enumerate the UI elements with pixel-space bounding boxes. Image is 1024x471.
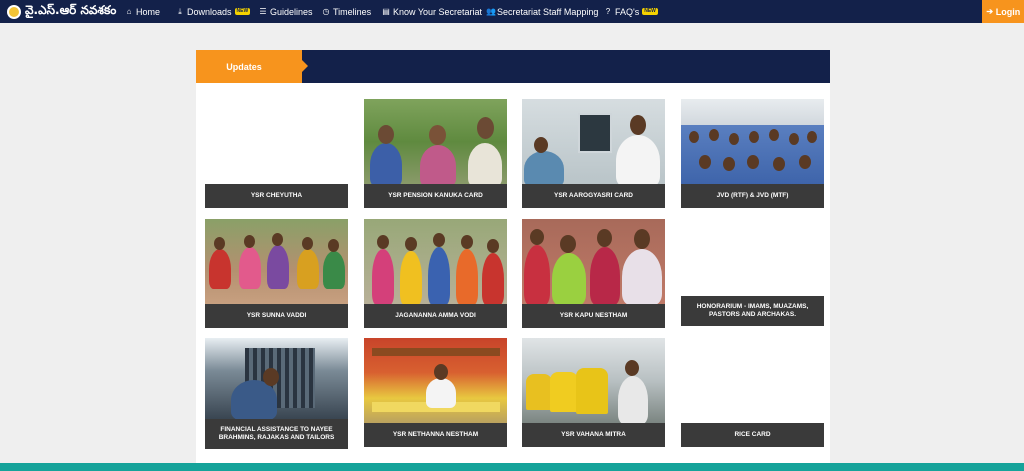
- nav-guidelines[interactable]: ☰ Guidelines: [259, 0, 313, 23]
- scheme-card-rice-card[interactable]: RICE CARD: [681, 338, 824, 447]
- card-image: [364, 99, 507, 185]
- nav-know-your-secretariat[interactable]: ▤ Know Your Secretariat: [382, 0, 482, 23]
- card-label: YSR KAPU NESTHAM: [522, 304, 665, 328]
- document-icon: ▤: [382, 7, 390, 16]
- card-label: YSR SUNNA VADDI: [205, 304, 348, 328]
- card-label: JVD (RTF) & JVD (MTF): [681, 184, 824, 208]
- card-image: [681, 99, 824, 185]
- clock-icon: ◷: [322, 7, 330, 16]
- scheme-card-vahana-mitra[interactable]: YSR VAHANA MITRA: [522, 338, 665, 447]
- users-icon: 👥: [486, 7, 496, 16]
- scheme-card-amma-vodi[interactable]: JAGANANNA AMMA VODI: [364, 219, 507, 328]
- nav-staff-mapping-label: Secretariat Staff Mapping: [497, 6, 599, 17]
- card-image: [522, 99, 665, 185]
- new-badge: NEW: [642, 8, 658, 15]
- scheme-card-sunna-vaddi[interactable]: YSR SUNNA VADDI: [205, 219, 348, 328]
- card-image: [364, 219, 507, 305]
- footer-stripe: [0, 463, 1024, 471]
- card-image: [205, 338, 348, 420]
- list-icon: ☰: [259, 7, 267, 16]
- brand-title: వై.ఎస్.ఆర్ నవశకం: [25, 3, 117, 17]
- card-image: [364, 338, 507, 424]
- nav-timelines-label: Timelines: [333, 6, 372, 17]
- card-label: YSR VAHANA MITRA: [522, 423, 665, 447]
- nav-faqs[interactable]: ? FAQ's NEW: [604, 0, 658, 23]
- sign-in-icon: ➔: [986, 7, 994, 16]
- top-navbar: వై.ఎస్.ఆర్ నవశకం ⌂ Home ⤓ Downloads NEW …: [0, 0, 1024, 23]
- new-badge: NEW: [234, 8, 251, 15]
- nav-staff-mapping[interactable]: 👥 Secretariat Staff Mapping: [486, 0, 598, 23]
- question-icon: ?: [605, 7, 611, 16]
- card-label: FINANCIAL ASSISTANCE TO NAYEE BRAHMINS, …: [205, 419, 348, 449]
- scheme-card-kapu-nestham[interactable]: YSR KAPU NESTHAM: [522, 219, 665, 328]
- scheme-card-nayee-brahmins[interactable]: FINANCIAL ASSISTANCE TO NAYEE BRAHMINS, …: [205, 338, 348, 449]
- nav-faqs-label: FAQ's: [615, 6, 640, 17]
- card-image: [522, 338, 665, 424]
- updates-header-bar: Updates: [196, 50, 830, 83]
- scheme-card-ysr-cheyutha[interactable]: YSR CHEYUTHA: [205, 99, 348, 208]
- nav-timelines[interactable]: ◷ Timelines: [322, 0, 372, 23]
- nav-guidelines-label: Guidelines: [270, 6, 313, 17]
- nav-home-label: Home: [136, 6, 161, 17]
- card-image: [205, 219, 348, 305]
- nav-downloads[interactable]: ⤓ Downloads NEW: [176, 0, 251, 23]
- emblem-icon: [7, 4, 21, 19]
- updates-panel: Updates YSR CHEYUTHA YSR PENSION KANUKA …: [196, 50, 830, 468]
- nav-downloads-label: Downloads: [187, 6, 232, 17]
- download-icon: ⤓: [178, 6, 182, 16]
- card-label: YSR NETHANNA NESTHAM: [364, 423, 507, 447]
- card-label: RICE CARD: [681, 423, 824, 447]
- scheme-card-nethanna-nestham[interactable]: YSR NETHANNA NESTHAM: [364, 338, 507, 447]
- scheme-card-pension-kanuka[interactable]: YSR PENSION KANUKA CARD: [364, 99, 507, 208]
- login-button[interactable]: ➔ Login: [982, 0, 1024, 23]
- nav-know-your-secretariat-label: Know Your Secretariat: [393, 6, 483, 17]
- scheme-card-jvd[interactable]: JVD (RTF) & JVD (MTF): [681, 99, 824, 208]
- scheme-card-honorarium[interactable]: HONORARIUM - IMAMS, MUAZAMS, PASTORS AND…: [681, 219, 824, 328]
- card-label: YSR AAROGYASRI CARD: [522, 184, 665, 208]
- card-label: YSR PENSION KANUKA CARD: [364, 184, 507, 208]
- home-icon: ⌂: [126, 7, 132, 16]
- card-label: YSR CHEYUTHA: [205, 184, 348, 208]
- brand-logo-link[interactable]: వై.ఎస్.ఆర్ నవశకం: [7, 3, 116, 20]
- card-image: [522, 219, 665, 305]
- updates-tab[interactable]: Updates: [196, 50, 308, 83]
- card-label: HONORARIUM - IMAMS, MUAZAMS, PASTORS AND…: [681, 296, 824, 326]
- card-label: JAGANANNA AMMA VODI: [364, 304, 507, 328]
- nav-home[interactable]: ⌂ Home: [125, 0, 160, 23]
- scheme-card-aarogyasri[interactable]: YSR AAROGYASRI CARD: [522, 99, 665, 208]
- login-label: Login: [995, 6, 1021, 17]
